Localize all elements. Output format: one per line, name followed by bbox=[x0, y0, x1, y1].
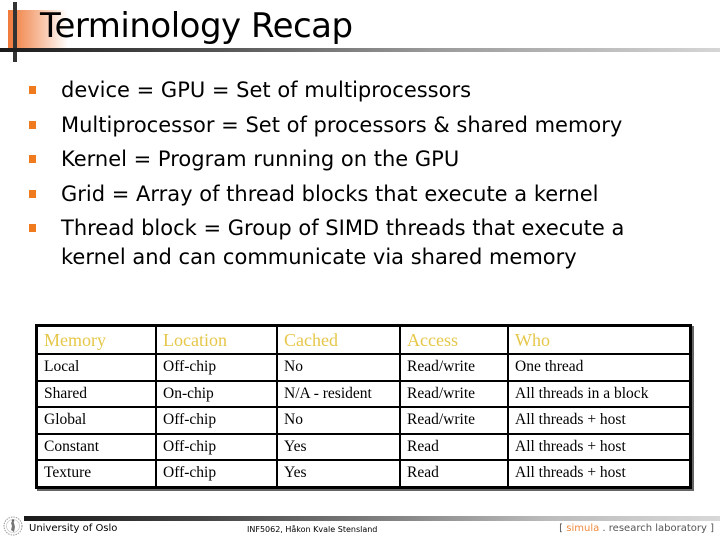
table-row: Global Off-chip No Read/write All thread… bbox=[35, 406, 692, 435]
table-cell: Constant bbox=[35, 432, 157, 461]
table-cell: All threads + host bbox=[507, 406, 692, 435]
bullet-item: Grid = Array of thread blocks that execu… bbox=[29, 180, 709, 209]
table-cell: Off-chip bbox=[155, 432, 278, 461]
bullet-item: Multiprocessor = Set of processors & sha… bbox=[29, 111, 709, 140]
table-cell: All threads + host bbox=[507, 459, 692, 488]
table-header-row: Memory Location Cached Access Who bbox=[35, 324, 692, 355]
table-cell: All threads in a block bbox=[507, 379, 692, 408]
table-cell: Read bbox=[399, 459, 509, 488]
table-cell: No bbox=[276, 406, 401, 435]
column-header-access: Access bbox=[399, 324, 509, 355]
bullet-list: device = GPU = Set of multiprocessors Mu… bbox=[29, 76, 709, 278]
table-cell: Yes bbox=[276, 459, 401, 488]
table-cell: All threads + host bbox=[507, 432, 692, 461]
bullet-text: Grid = Array of thread blocks that execu… bbox=[61, 181, 599, 206]
bullet-item: Thread block = Group of SIMD threads tha… bbox=[29, 214, 651, 272]
slide-title: Terminology Recap bbox=[40, 6, 353, 46]
bullet-item: device = GPU = Set of multiprocessors bbox=[29, 76, 709, 105]
table-cell: No bbox=[276, 353, 401, 382]
footer-bar bbox=[24, 516, 720, 521]
title-underline bbox=[0, 48, 720, 52]
table-cell: Read bbox=[399, 432, 509, 461]
table-cell: Local bbox=[35, 353, 157, 382]
column-header-cached: Cached bbox=[276, 324, 401, 355]
table-cell: Off-chip bbox=[155, 353, 278, 382]
bullet-item: Kernel = Program running on the GPU bbox=[29, 145, 709, 174]
table-cell: Read/write bbox=[399, 353, 509, 382]
footer-university: University of Oslo bbox=[29, 523, 118, 534]
footer-lab-logo: [ simula . research laboratory ] bbox=[559, 523, 714, 534]
square-bullet-icon bbox=[29, 189, 36, 198]
column-header-location: Location bbox=[155, 324, 278, 355]
table-cell: One thread bbox=[507, 353, 692, 382]
table-cell: On-chip bbox=[155, 379, 278, 408]
bullet-text: Multiprocessor = Set of processors & sha… bbox=[61, 112, 623, 137]
title-vertical-bar bbox=[13, 2, 17, 62]
table-row: Texture Off-chip Yes Read All threads + … bbox=[35, 459, 692, 488]
footer-lab-rest: . research laboratory ] bbox=[599, 523, 714, 534]
table-cell: Read/write bbox=[399, 379, 509, 408]
bullet-text: device = GPU = Set of multiprocessors bbox=[61, 78, 472, 102]
square-bullet-icon bbox=[29, 120, 36, 129]
column-header-who: Who bbox=[507, 324, 692, 355]
square-bullet-icon bbox=[29, 86, 36, 94]
footer-lab-brand: simula bbox=[566, 523, 600, 534]
column-header-memory: Memory bbox=[35, 324, 157, 355]
table-cell: Off-chip bbox=[155, 459, 278, 488]
table-cell: Read/write bbox=[399, 406, 509, 435]
table-row: Local Off-chip No Read/write One thread bbox=[35, 353, 692, 382]
bullet-text: Thread block = Group of SIMD threads tha… bbox=[61, 216, 625, 269]
footer-course-info: INF5062, Håkon Kvale Stensland bbox=[247, 525, 378, 534]
table-row: Constant Off-chip Yes Read All threads +… bbox=[35, 432, 692, 461]
table-cell: Shared bbox=[35, 379, 157, 408]
square-bullet-icon bbox=[29, 155, 36, 163]
university-seal-icon bbox=[3, 516, 23, 536]
square-bullet-icon bbox=[29, 224, 36, 232]
bullet-text: Kernel = Program running on the GPU bbox=[61, 147, 460, 171]
table-cell: Off-chip bbox=[155, 406, 278, 435]
table-cell: Texture bbox=[35, 459, 157, 488]
table-cell: Global bbox=[35, 406, 157, 435]
table-cell: N/A - resident bbox=[276, 379, 401, 408]
memory-table: Memory Location Cached Access Who Local … bbox=[35, 324, 692, 489]
table-row: Shared On-chip N/A - resident Read/write… bbox=[35, 379, 692, 408]
table-cell: Yes bbox=[276, 432, 401, 461]
